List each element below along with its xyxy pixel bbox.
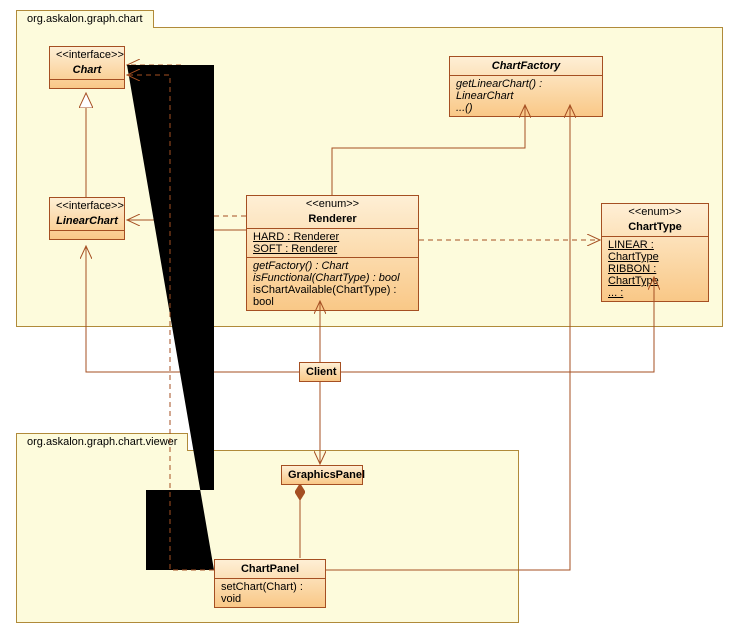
- package-viewer-name: org.askalon.graph.chart.viewer: [27, 436, 177, 448]
- chart-name: Chart: [50, 61, 124, 79]
- class-chart[interactable]: <<interface>> Chart: [49, 46, 125, 89]
- chartfactory-name: ChartFactory: [450, 57, 602, 75]
- renderer-name: Renderer: [247, 210, 418, 228]
- chartfactory-op-0: getLinearChart() : LinearChart: [456, 78, 596, 102]
- renderer-attr-1: SOFT : Renderer: [253, 243, 412, 255]
- renderer-op-1: isFunctional(ChartType) : bool: [253, 272, 412, 284]
- chart-stereo: <<interface>>: [50, 47, 124, 61]
- charttype-name: ChartType: [602, 218, 708, 236]
- class-graphicspanel[interactable]: GraphicsPanel: [281, 465, 363, 485]
- graphicspanel-name: GraphicsPanel: [282, 466, 362, 484]
- package-chart-tab: org.askalon.graph.chart: [16, 10, 154, 28]
- charttype-attr-1: RIBBON : ChartType: [608, 263, 702, 287]
- renderer-stereo: <<enum>>: [247, 196, 418, 210]
- package-viewer-tab: org.askalon.graph.chart.viewer: [16, 433, 188, 451]
- charttype-stereo: <<enum>>: [602, 204, 708, 218]
- chartpanel-name: ChartPanel: [215, 560, 325, 578]
- renderer-attr-0: HARD : Renderer: [253, 231, 412, 243]
- chartfactory-op-1: ...(): [456, 102, 596, 114]
- class-renderer[interactable]: <<enum>> Renderer HARD : Renderer SOFT :…: [246, 195, 419, 311]
- renderer-op-2: isChartAvailable(ChartType) : bool: [253, 284, 412, 308]
- class-client[interactable]: Client: [299, 362, 341, 382]
- class-chartpanel[interactable]: ChartPanel setChart(Chart) : void: [214, 559, 326, 608]
- class-linearchart[interactable]: <<interface>> LinearChart: [49, 197, 125, 240]
- package-chart-name: org.askalon.graph.chart: [27, 13, 143, 25]
- chartpanel-op-0: setChart(Chart) : void: [221, 581, 319, 605]
- charttype-attr-2: ... :: [608, 287, 702, 299]
- renderer-op-0: getFactory() : Chart: [253, 260, 412, 272]
- linearchart-stereo: <<interface>>: [50, 198, 124, 212]
- class-chartfactory[interactable]: ChartFactory getLinearChart() : LinearCh…: [449, 56, 603, 117]
- client-name: Client: [300, 363, 340, 381]
- class-charttype[interactable]: <<enum>> ChartType LINEAR : ChartType RI…: [601, 203, 709, 302]
- linearchart-name: LinearChart: [50, 212, 124, 230]
- charttype-attr-0: LINEAR : ChartType: [608, 239, 702, 263]
